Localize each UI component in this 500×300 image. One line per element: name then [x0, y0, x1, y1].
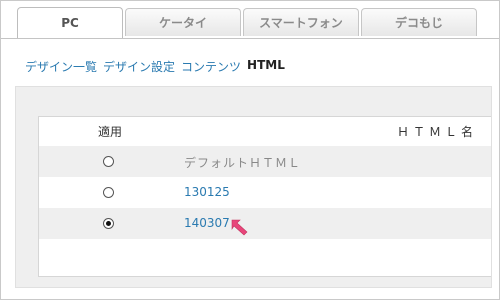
html-name-link[interactable]: 130125 [184, 185, 230, 199]
table-row: 140307 [39, 208, 491, 239]
breadcrumb-contents[interactable]: コンテンツ [181, 58, 241, 75]
tab-smartphone[interactable]: スマートフォン [243, 8, 359, 36]
html-name-link[interactable]: 140307 [184, 216, 230, 230]
tab-pc[interactable]: PC [17, 7, 123, 38]
apply-radio[interactable] [103, 187, 114, 198]
column-header-html-name: ＨＴＭＬ名 [397, 125, 478, 139]
html-name-default: デフォルトＨＴＭＬ [184, 156, 302, 170]
content-panel: 適用 ＨＴＭＬ名 デフォルトＨＴＭＬ 130125 140307 [15, 86, 492, 288]
breadcrumb-design-settings[interactable]: デザイン設定 [103, 58, 175, 75]
arrow-pointer-icon [231, 219, 248, 236]
apply-radio-selected[interactable] [103, 218, 114, 229]
screen-frame: PC ケータイ スマートフォン デコもじ デザイン一覧 デザイン設定 コンテンツ… [0, 0, 500, 300]
table-row: デフォルトＨＴＭＬ [39, 146, 491, 177]
html-table: 適用 ＨＴＭＬ名 デフォルトＨＴＭＬ 130125 140307 [38, 116, 491, 277]
column-header-apply: 適用 [98, 125, 123, 139]
apply-radio[interactable] [103, 156, 114, 167]
tab-bar: PC ケータイ スマートフォン デコもじ [1, 1, 499, 39]
tab-keitai[interactable]: ケータイ [125, 8, 241, 36]
tab-decomoji[interactable]: デコもじ [361, 8, 477, 36]
table-row: 130125 [39, 177, 491, 208]
breadcrumb-current: HTML [247, 58, 285, 72]
breadcrumb: デザイン一覧 デザイン設定 コンテンツ HTML [25, 58, 285, 75]
breadcrumb-design-list[interactable]: デザイン一覧 [25, 58, 97, 75]
table-header: 適用 ＨＴＭＬ名 [39, 117, 491, 139]
